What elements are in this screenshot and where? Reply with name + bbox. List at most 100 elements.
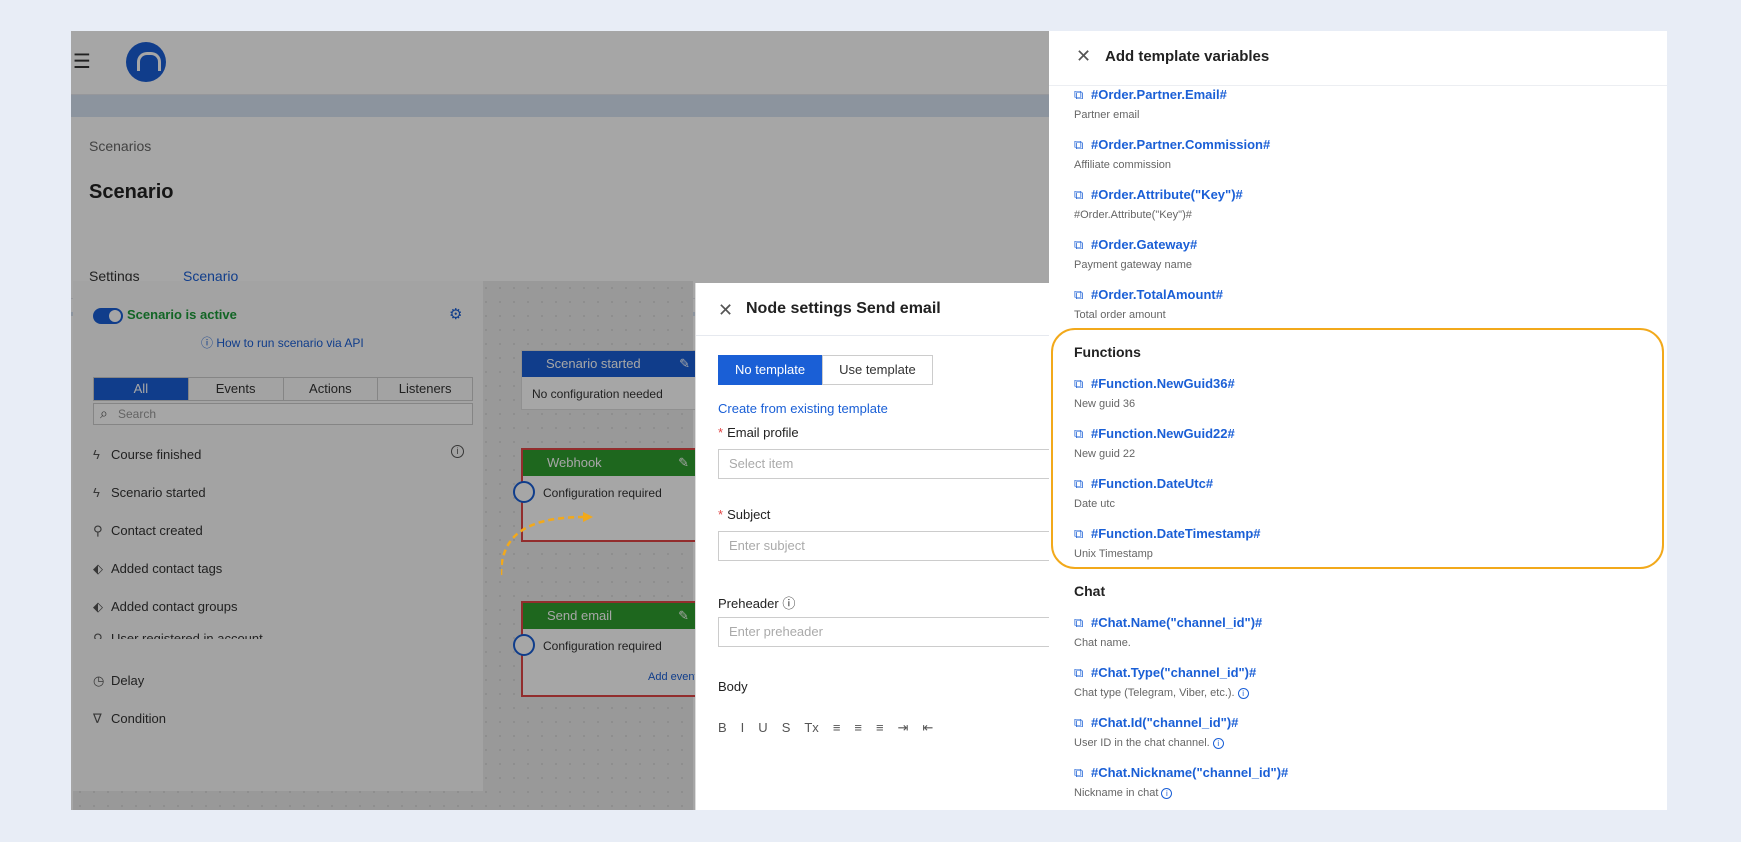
variable-desc-text: Chat type (Telegram, Viber, etc.). [1074,687,1235,699]
align-left-button[interactable]: ≡ [833,720,841,736]
align-center-button[interactable]: ≡ [854,720,862,736]
variable-name[interactable]: ⧉ #Order.Partner.Email# [1074,87,1227,103]
drawer-title: Add template variables [1105,48,1270,65]
italic-button[interactable]: I [741,720,745,736]
variable-desc: Date utc [1074,498,1115,510]
variable-name-text: #Order.TotalAmount# [1091,287,1223,302]
subject-label-text: Subject [727,507,771,522]
variable-name-text: #Function.DateUtc# [1091,476,1214,491]
node-settings-drawer: ✕ Node settings Send email No template U… [695,283,1098,810]
variable-name[interactable]: ⧉ #Function.NewGuid36# [1074,376,1235,392]
copy-icon[interactable]: ⧉ [1074,376,1087,392]
copy-icon[interactable]: ⧉ [1074,187,1087,203]
subject-label: * Subject [718,507,771,522]
copy-icon[interactable]: ⧉ [1074,765,1087,781]
variable-desc: Affiliate commission [1074,159,1171,171]
variable-desc: Chat name. [1074,637,1131,649]
variable-name-text: #Chat.Name("channel_id")# [1091,615,1263,630]
info-icon[interactable]: ⓘ [782,596,795,611]
bold-button[interactable]: B [718,720,727,736]
preheader-label-text: Preheader [718,596,779,611]
variable-desc: Total order amount [1074,309,1166,321]
variable-item[interactable]: ⧉ #Order.Partner.Email# Partner email [1074,87,1227,121]
variable-name[interactable]: ⧉ #Order.Gateway# [1074,237,1197,253]
email-profile-label-text: Email profile [727,425,799,440]
variable-desc: Partner email [1074,109,1140,121]
copy-icon[interactable]: ⧉ [1074,426,1087,442]
variable-name[interactable]: ⧉ #Chat.Name("channel_id")# [1074,615,1262,631]
use-template-button[interactable]: Use template [822,355,933,385]
close-icon[interactable]: ✕ [1076,46,1091,67]
copy-icon[interactable]: ⧉ [1074,87,1087,103]
node-settings-title: Node settings Send email [746,300,941,317]
divider [1049,85,1667,86]
section-title-functions: Functions [1074,344,1141,360]
copy-icon[interactable]: ⧉ [1074,137,1087,153]
variable-desc: Chat type (Telegram, Viber, etc.). i [1074,687,1256,699]
info-icon[interactable]: i [1161,787,1173,799]
variable-desc: Payment gateway name [1074,259,1193,271]
variable-item[interactable]: ⧉ #Order.Attribute("Key")# #Order.Attribut… [1074,187,1243,221]
variable-item[interactable]: ⧉ #Order.TotalAmount# Total order amount [1074,287,1223,321]
variable-name[interactable]: ⧉ #Chat.Nickname("channel_id")# [1074,765,1288,781]
copy-icon[interactable]: ⧉ [1074,287,1087,303]
variable-desc: User ID in the chat channel. i [1074,737,1238,749]
variable-name-text: #Chat.Nickname("channel_id")# [1091,765,1289,780]
copy-icon[interactable]: ⧉ [1074,715,1087,731]
variable-name[interactable]: ⧉ #Chat.Id("channel_id")# [1074,715,1238,731]
variable-item[interactable]: ⧉ #Order.Gateway# Payment gateway name [1074,237,1197,271]
variable-name[interactable]: ⧉ #Function.DateUtc# [1074,476,1213,492]
copy-icon[interactable]: ⧉ [1074,476,1087,492]
variable-item[interactable]: ⧉ #Chat.Type("channel_id")# Chat type (Tel… [1074,665,1256,699]
email-profile-label: * Email profile [718,425,799,440]
variable-item[interactable]: ⧉ #Function.NewGuid36# New guid 36 [1074,376,1235,410]
variable-name[interactable]: ⧉ #Function.NewGuid22# [1074,426,1235,442]
create-from-template-link[interactable]: Create from existing template [718,401,888,416]
variable-desc: Nickname in chat i [1074,787,1288,799]
variable-desc: Unix Timestamp [1074,548,1153,560]
copy-icon[interactable]: ⧉ [1074,526,1087,542]
variable-desc-text: User ID in the chat channel. [1074,737,1210,749]
copy-icon[interactable]: ⧉ [1074,237,1087,253]
body-label: Body [718,679,748,694]
variable-desc: New guid 36 [1074,398,1136,410]
subject-input[interactable]: Enter subject [718,531,1098,561]
copy-icon[interactable]: ⧉ [1074,615,1087,631]
indent-button[interactable]: ⇥ [898,720,909,736]
variable-item[interactable]: ⧉ #Function.NewGuid22# New guid 22 [1074,426,1235,460]
close-icon[interactable]: ✕ [718,300,733,321]
clear-format-button[interactable]: Tx [804,720,818,736]
variable-name[interactable]: ⧉ #Chat.Type("channel_id")# [1074,665,1256,681]
email-profile-select[interactable]: Select item [718,449,1098,479]
template-variables-drawer: ✕ Add template variables ⧉ #Order.Partner… [1049,31,1667,810]
variable-name-text: #Function.DateTimestamp# [1091,526,1261,541]
no-template-button[interactable]: No template [718,355,823,385]
editor-toolbar: B I U S Tx ≡ ≡ ≡ ⇥ ⇤ [718,720,933,736]
info-icon[interactable]: i [1212,737,1224,749]
variable-name-text: #Function.NewGuid22# [1091,426,1235,441]
variable-desc: New guid 22 [1074,448,1136,460]
variable-item[interactable]: ⧉ #Chat.Name("channel_id")# Chat name. [1074,615,1262,649]
variable-name[interactable]: ⧉ #Order.TotalAmount# [1074,287,1223,303]
variable-item[interactable]: ⧉ #Order.Partner.Commission# Affiliate com… [1074,137,1270,171]
align-right-button[interactable]: ≡ [876,720,884,736]
variable-name-text: #Order.Attribute("Key")# [1091,187,1243,202]
copy-icon[interactable]: ⧉ [1074,665,1087,681]
variable-name[interactable]: ⧉ #Function.DateTimestamp# [1074,526,1261,542]
variable-item[interactable]: ⧉ #Function.DateTimestamp# Unix Timestamp [1074,526,1261,560]
info-icon[interactable]: i [1237,687,1249,699]
variable-desc: #Order.Attribute("Key")# [1074,209,1192,221]
variable-item[interactable]: ⧉ #Chat.Nickname("channel_id")# Nickname i… [1074,765,1288,799]
annotation-arrow [501,512,593,576]
variable-item[interactable]: ⧉ #Function.DateUtc# Date utc [1074,476,1213,510]
underline-button[interactable]: U [758,720,767,736]
variable-item[interactable]: ⧉ #Chat.Id("channel_id")# User ID in the c… [1074,715,1238,749]
variable-name[interactable]: ⧉ #Order.Partner.Commission# [1074,137,1270,153]
variable-name-text: #Chat.Id("channel_id")# [1091,715,1239,730]
preheader-input[interactable]: Enter preheader [718,617,1098,647]
outdent-button[interactable]: ⇤ [923,720,934,736]
variable-name[interactable]: ⧉ #Order.Attribute("Key")# [1074,187,1243,203]
strikethrough-button[interactable]: S [782,720,791,736]
variable-name-text: #Order.Partner.Email# [1091,87,1227,102]
preheader-label: Preheader ⓘ [718,593,795,612]
